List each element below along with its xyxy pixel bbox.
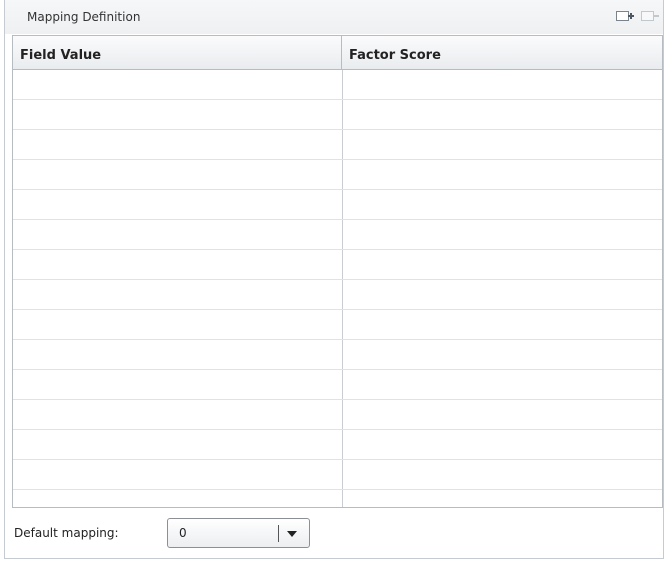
mapping-table: Field Value Factor Score xyxy=(12,35,663,508)
chevron-down-icon[interactable] xyxy=(287,531,297,537)
dropdown-divider xyxy=(278,525,279,542)
table-row[interactable] xyxy=(13,460,662,490)
panel-title: Mapping Definition xyxy=(27,10,141,24)
table-row[interactable] xyxy=(13,220,662,250)
default-mapping-select[interactable]: 0 xyxy=(167,518,310,548)
table-row[interactable] xyxy=(13,280,662,310)
column-header-field-value[interactable]: Field Value xyxy=(13,36,342,69)
table-row[interactable] xyxy=(13,310,662,340)
table-row[interactable] xyxy=(13,400,662,430)
table-row[interactable] xyxy=(13,70,662,100)
table-header: Field Value Factor Score xyxy=(13,36,662,70)
default-mapping-label: Default mapping: xyxy=(14,526,119,540)
mapping-definition-panel: Mapping Definition Field Value Factor Sc… xyxy=(4,0,664,559)
table-row[interactable] xyxy=(13,370,662,400)
table-row[interactable] xyxy=(13,250,662,280)
table-row[interactable] xyxy=(13,430,662,460)
panel-header: Mapping Definition xyxy=(5,0,663,34)
default-mapping-value: 0 xyxy=(179,526,187,540)
table-row[interactable] xyxy=(13,340,662,370)
table-row[interactable] xyxy=(13,190,662,220)
table-row[interactable] xyxy=(13,160,662,190)
table-row[interactable] xyxy=(13,490,662,507)
remove-row-icon[interactable] xyxy=(641,9,659,23)
table-row[interactable] xyxy=(13,100,662,130)
add-row-icon[interactable] xyxy=(616,9,634,23)
column-header-factor-score[interactable]: Factor Score xyxy=(342,36,662,69)
table-row[interactable] xyxy=(13,130,662,160)
